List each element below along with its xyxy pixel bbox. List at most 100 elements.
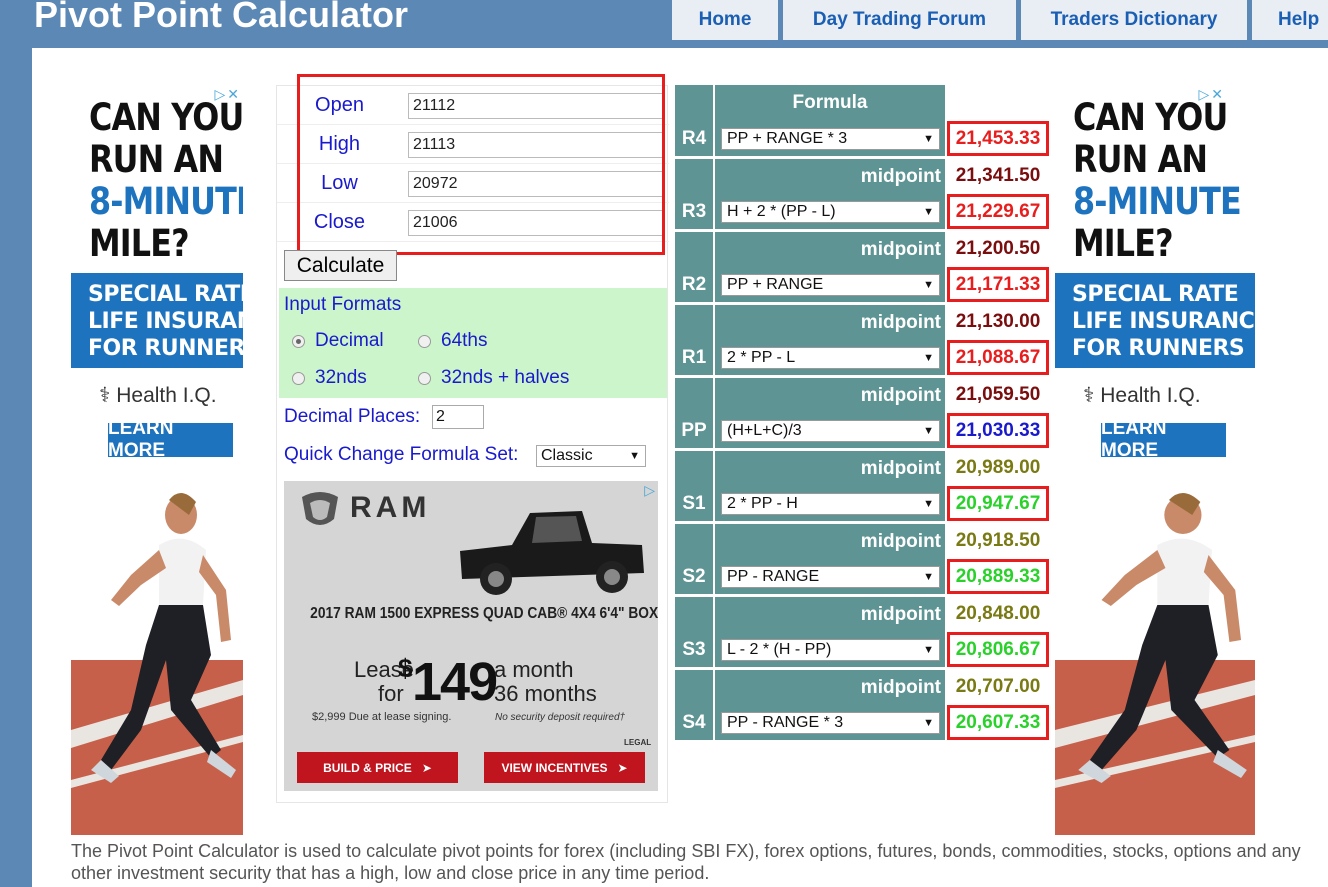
formula-select-s1[interactable]: 2 * PP - H ▼	[721, 492, 940, 515]
dropdown-arrow-icon: ▼	[923, 643, 934, 656]
ad-headline: CAN YOU RUN AN 8-MINUTE MILE?	[89, 96, 243, 265]
formula-select-pp[interactable]: (H+L+C)/3 ▼	[721, 419, 940, 442]
nav-help[interactable]: Help	[1252, 0, 1328, 40]
level-value-r3: 21,229.67	[947, 194, 1049, 229]
level-value-pp: 21,030.33	[947, 413, 1049, 448]
decimal-places-input[interactable]	[432, 405, 484, 429]
formula-set-select[interactable]: Classic ▼	[536, 445, 646, 467]
level-label-s2: S2	[675, 559, 713, 594]
input-formats-panel: Input Formats Decimal 64ths 32nds 32nds …	[279, 288, 667, 398]
ram-deposit: No security deposit required†	[495, 712, 626, 723]
formula-select-r1[interactable]: 2 * PP - L ▼	[721, 346, 940, 369]
dropdown-arrow-icon: ▼	[923, 570, 934, 583]
ram-legal[interactable]: LEGAL	[624, 738, 651, 747]
site-title: Pivot Point Calculator	[34, 0, 409, 35]
table-corner	[675, 85, 713, 121]
nav-home[interactable]: Home	[672, 0, 778, 40]
level-label-r3: R3	[675, 194, 713, 229]
radio-decimal-label[interactable]: Decimal	[315, 330, 384, 352]
midpoint-label: midpoint	[715, 523, 945, 559]
midpoint-value: 21,059.50	[947, 377, 1049, 413]
formula-select-r2[interactable]: PP + RANGE ▼	[721, 273, 940, 296]
midpoint-spacer	[675, 158, 713, 194]
caduceus-icon: ⚕	[99, 384, 111, 407]
midpoint-value: 21,341.50	[947, 158, 1049, 194]
radio-64ths[interactable]	[418, 335, 431, 348]
ad-banner: SPECIAL RATE LIFE INSURANCE FOR RUNNERS	[1055, 273, 1255, 368]
radio-32nds[interactable]	[292, 372, 305, 385]
radio-32nds-halves[interactable]	[418, 372, 431, 385]
left-side-ad[interactable]: ▷✕ CAN YOU RUN AN 8-MINUTE MILE? SPECIAL…	[71, 85, 243, 835]
midpoint-value: 20,707.00	[947, 669, 1049, 705]
dropdown-arrow-icon: ▼	[923, 278, 934, 291]
ram-truck-ad[interactable]: ▷ RAM 2017 RAM 1500 EXPRESS QUAD CAB® 4X…	[284, 481, 658, 791]
midpoint-spacer	[675, 304, 713, 340]
ad-learn-more-button[interactable]: LEARN MORE	[108, 418, 233, 461]
radio-32nds-label[interactable]: 32nds	[315, 367, 367, 389]
dropdown-arrow-icon: ▼	[629, 450, 640, 462]
formula-select-s4[interactable]: PP - RANGE * 3 ▼	[721, 711, 940, 734]
ad-headline: CAN YOU RUN AN 8-MINUTE MILE?	[1073, 96, 1242, 265]
input-formats-label: Input Formats	[284, 294, 402, 315]
formula-select-s2[interactable]: PP - RANGE ▼	[721, 565, 940, 588]
calculate-button[interactable]: Calculate	[284, 250, 397, 281]
right-side-ad[interactable]: ▷✕ CAN YOU RUN AN 8-MINUTE MILE? SPECIAL…	[1055, 85, 1255, 835]
midpoint-label: midpoint	[715, 450, 945, 486]
chevron-right-icon: ➤	[617, 760, 628, 775]
formula-select-s3[interactable]: L - 2 * (H - PP) ▼	[721, 638, 940, 661]
midpoint-label: midpoint	[715, 304, 945, 340]
midpoint-spacer	[675, 450, 713, 486]
radio-32nds-halves-label[interactable]: 32nds + halves	[441, 367, 569, 389]
radio-decimal[interactable]	[292, 335, 305, 348]
midpoint-spacer	[675, 669, 713, 705]
nav-day-trading-forum[interactable]: Day Trading Forum	[783, 0, 1016, 40]
quick-change-label: Quick Change Formula Set:	[284, 444, 519, 465]
build-price-button[interactable]: BUILD & PRICE ➤	[297, 752, 458, 783]
ad-banner: SPECIAL RATE LIFE INSURANCE FOR RUNNERS	[71, 273, 243, 368]
dropdown-arrow-icon: ▼	[923, 497, 934, 510]
midpoint-spacer	[675, 377, 713, 413]
dropdown-arrow-icon: ▼	[923, 424, 934, 437]
midpoint-label: midpoint	[715, 231, 945, 267]
level-label-r2: R2	[675, 267, 713, 302]
midpoint-label: midpoint	[715, 669, 945, 705]
level-value-r2: 21,171.33	[947, 267, 1049, 302]
level-label-s4: S4	[675, 705, 713, 740]
ad-learn-more-button[interactable]: LEARN MORE	[1101, 418, 1226, 461]
pivot-formula-table: Formula R4 PP + RANGE * 3 ▼ 21,453.33 midpoi…	[675, 85, 1049, 742]
calculator-form: Open High Low Close Calculate Input Form…	[276, 74, 669, 803]
level-label-s1: S1	[675, 486, 713, 521]
highlight-box	[297, 74, 665, 255]
midpoint-value: 20,848.00	[947, 596, 1049, 632]
ad-brand: ⚕ Health I.Q.	[1083, 384, 1201, 407]
level-value-r4: 21,453.33	[947, 121, 1049, 156]
view-incentives-button[interactable]: VIEW INCENTIVES ➤	[484, 752, 645, 783]
formula-header: Formula	[715, 85, 945, 121]
nav-traders-dictionary[interactable]: Traders Dictionary	[1021, 0, 1247, 40]
midpoint-value: 21,130.00	[947, 304, 1049, 340]
dropdown-arrow-icon: ▼	[923, 132, 934, 145]
midpoint-spacer	[675, 596, 713, 632]
ram-for: for	[378, 681, 404, 706]
radio-64ths-label[interactable]: 64ths	[441, 330, 487, 352]
truck-image	[460, 511, 644, 595]
chevron-right-icon: ➤	[421, 760, 432, 775]
midpoint-value: 20,918.50	[947, 523, 1049, 559]
dropdown-arrow-icon: ▼	[923, 205, 934, 218]
level-value-s1: 20,947.67	[947, 486, 1049, 521]
level-label-pp: PP	[675, 413, 713, 448]
midpoint-label: midpoint	[715, 596, 945, 632]
midpoint-value: 20,989.00	[947, 450, 1049, 486]
midpoint-spacer	[675, 231, 713, 267]
ram-model: 2017 RAM 1500 EXPRESS QUAD CAB® 4X4 6'4"…	[310, 605, 658, 622]
level-value-s4: 20,607.33	[947, 705, 1049, 740]
ram-months: 36 months	[494, 681, 597, 706]
ram-price: 149	[412, 652, 498, 712]
formula-select-r4[interactable]: PP + RANGE * 3 ▼	[721, 127, 940, 150]
midpoint-value: 21,200.50	[947, 231, 1049, 267]
footer-description: The Pivot Point Calculator is used to ca…	[71, 841, 1301, 883]
decimal-places-label: Decimal Places:	[284, 406, 421, 427]
formula-select-r3[interactable]: H + 2 * (PP - L) ▼	[721, 200, 940, 223]
ram-due: $2,999 Due at lease signing.	[312, 711, 452, 723]
level-value-s3: 20,806.67	[947, 632, 1049, 667]
